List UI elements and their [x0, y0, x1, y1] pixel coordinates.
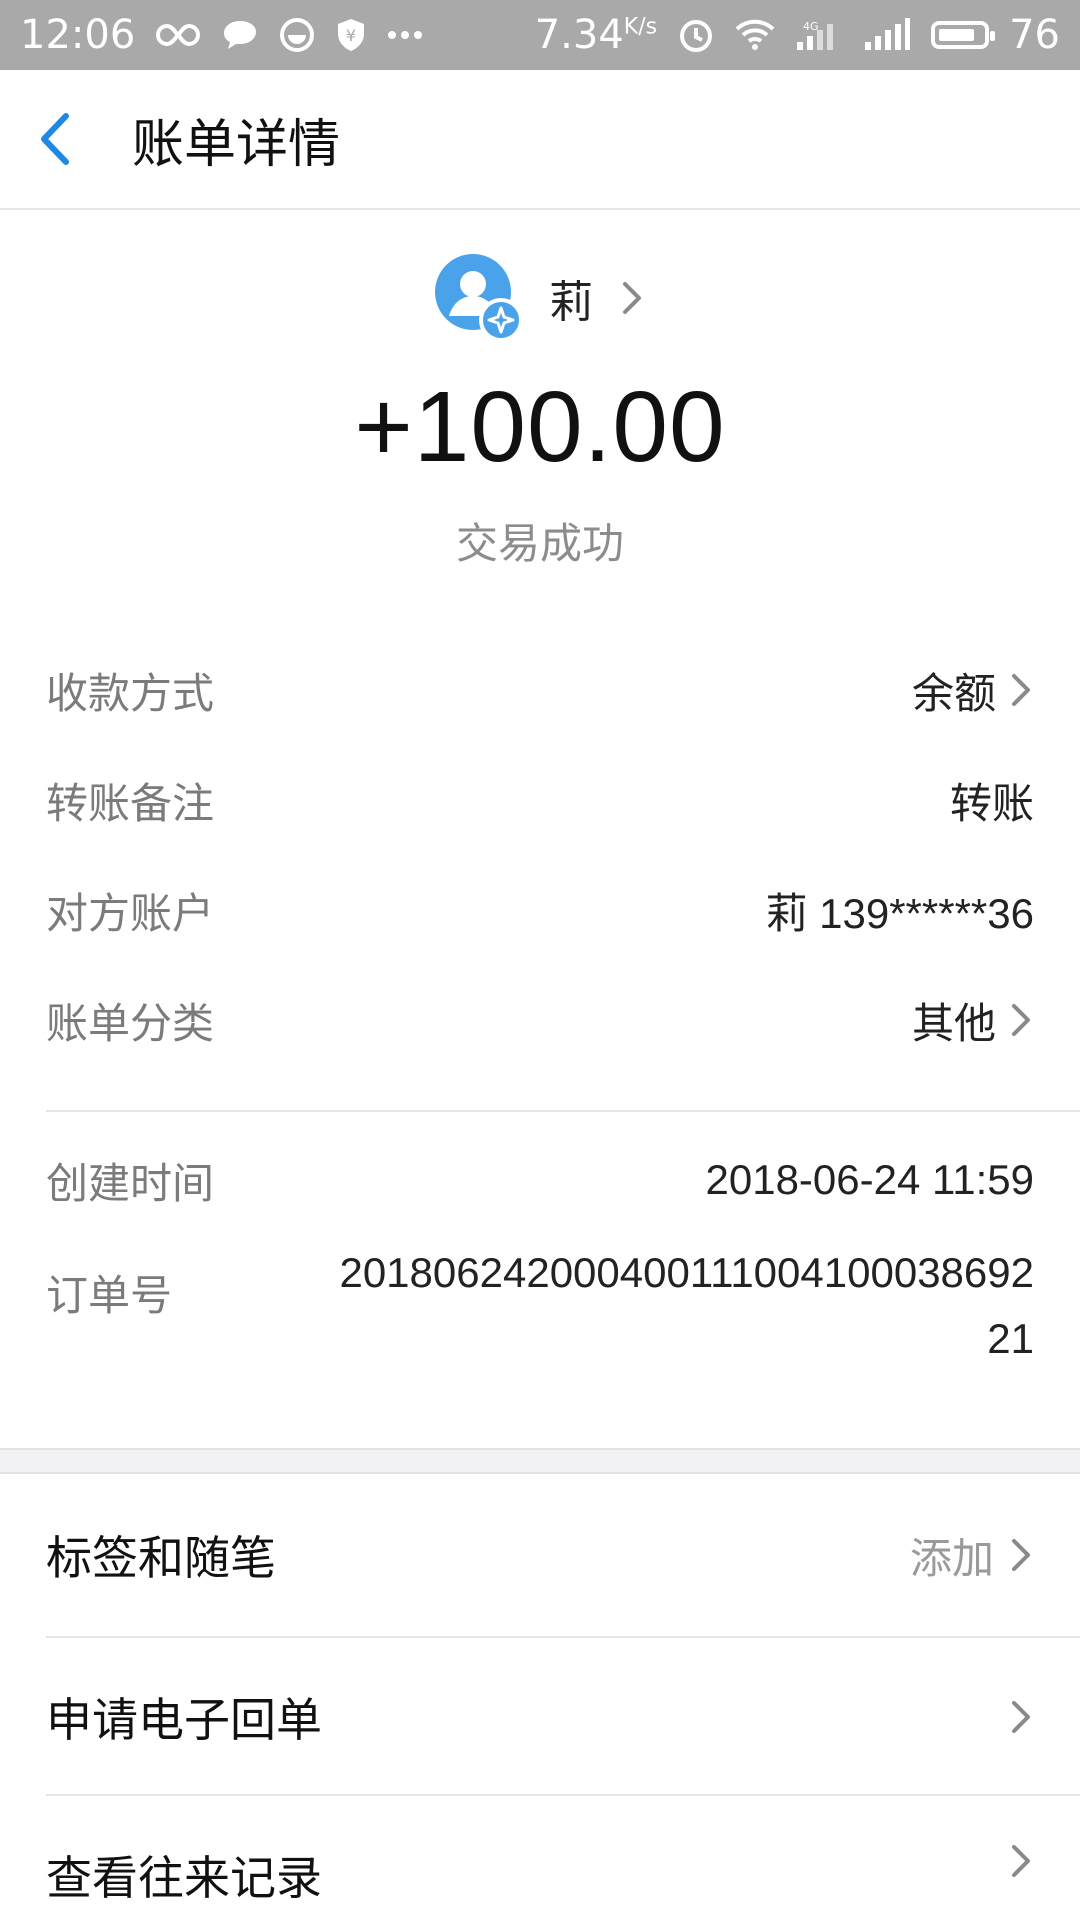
transaction-status: 交易成功 — [455, 519, 624, 568]
chat-bubble-icon — [221, 18, 259, 52]
detail-label: 创建时间 — [46, 1158, 215, 1208]
network-speed-value: 7.34 — [534, 12, 624, 58]
face-icon — [279, 17, 315, 53]
signal-icon — [863, 18, 911, 52]
back-button[interactable] — [0, 69, 110, 209]
detail-label: 账单分类 — [46, 998, 215, 1048]
detail-value: 转账 — [950, 770, 1034, 831]
action-label: 标签和随笔 — [46, 1531, 276, 1585]
section-gap — [0, 1448, 1080, 1474]
request-receipt-row[interactable]: 申请电子回单 — [0, 1638, 1080, 1796]
alarm-icon — [677, 16, 715, 54]
detail-row-memo: 转账备注 转账 — [46, 750, 1034, 850]
order-number: 20180624200040011100410003869​2 21 — [339, 1240, 1034, 1372]
detail-label: 订单号 — [46, 1271, 173, 1320]
detail-value: 其他 — [912, 990, 1034, 1051]
signal-4g-icon: 4G — [795, 18, 843, 52]
transaction-amount: +100.00 — [354, 371, 726, 483]
order-number-line1: 20180624200040011100410003869​2 — [339, 1249, 1034, 1296]
detail-value-text: 2018-06-24 11:59 — [705, 1156, 1035, 1203]
chevron-right-icon — [1012, 1701, 1030, 1733]
detail-label: 收款方式 — [46, 668, 215, 718]
action-right — [1008, 1698, 1034, 1736]
detail-value: 2018-06-24 11:59 — [706, 1156, 1035, 1204]
more-dots-icon — [387, 30, 423, 40]
detail-value-text: 余额 — [911, 668, 996, 718]
back-arrow-icon — [41, 113, 69, 165]
status-time: 12:06 — [20, 12, 136, 58]
detail-value-text: 其他 — [911, 998, 996, 1048]
detail-row-category[interactable]: 账单分类 其他 — [46, 970, 1034, 1070]
detail-value: 余额 — [912, 660, 1034, 721]
battery-icon — [931, 21, 996, 49]
action-label: 查看往来记录 — [46, 1851, 322, 1905]
chevron-right-icon — [1012, 1845, 1030, 1877]
view-history-row[interactable]: 查看往来记录 — [0, 1796, 1080, 1920]
svg-text:4G: 4G — [803, 20, 819, 33]
payer-name: 莉 — [549, 277, 593, 328]
payer-link[interactable]: 莉 — [0, 254, 1080, 342]
tags-notes-row[interactable]: 标签和随笔 添加 — [0, 1476, 1080, 1634]
action-right — [1008, 1842, 1034, 1880]
network-speed-unit: K/s — [623, 14, 658, 40]
status-bar-right: 7.34K/s 4G 76 — [535, 12, 1060, 58]
chevron-right-icon — [1012, 1004, 1030, 1036]
status-bar: 12:06 ¥ 7.34K/s 4G 76 — [0, 0, 1080, 70]
detail-value-text: 转账 — [949, 778, 1034, 828]
shield-yen-icon: ¥ — [335, 17, 367, 53]
network-speed: 7.34K/s — [535, 12, 657, 58]
detail-value-text: 莉 139******36 — [765, 889, 1034, 937]
detail-row-order-number: 订单号 20180624200040011100410003869​2 21 — [46, 1240, 1034, 1390]
transaction-summary: 莉 +100.00 交易成功 — [0, 210, 1080, 610]
battery-level: 76 — [1009, 12, 1060, 58]
status-bar-left: 12:06 ¥ — [20, 12, 423, 58]
detail-label: 对方账户 — [46, 888, 215, 938]
chevron-right-icon — [623, 282, 641, 314]
action-label: 申请电子回单 — [46, 1693, 322, 1747]
chevron-right-icon — [1012, 1539, 1030, 1571]
detail-label: 转账备注 — [46, 778, 215, 828]
page-title: 账单详情 — [132, 114, 341, 175]
detail-row-counterparty: 对方账户 莉 139******36 — [46, 860, 1034, 960]
action-right: 添加 — [910, 1525, 1034, 1586]
detail-value: 莉 139******36 — [765, 880, 1034, 941]
order-number-line2: 21 — [987, 1315, 1034, 1362]
app-header: 账单详情 — [0, 70, 1080, 210]
divider — [46, 1110, 1080, 1112]
svg-text:¥: ¥ — [346, 26, 356, 45]
infinity-icon — [155, 22, 201, 48]
wifi-icon — [735, 19, 775, 51]
avatar — [435, 254, 523, 342]
detail-row-payment-method[interactable]: 收款方式 余额 — [46, 640, 1034, 740]
detail-row-created-time: 创建时间 2018-06-24 11:59 — [46, 1130, 1034, 1230]
chevron-right-icon — [1012, 674, 1030, 706]
add-text: 添加 — [909, 1533, 994, 1583]
